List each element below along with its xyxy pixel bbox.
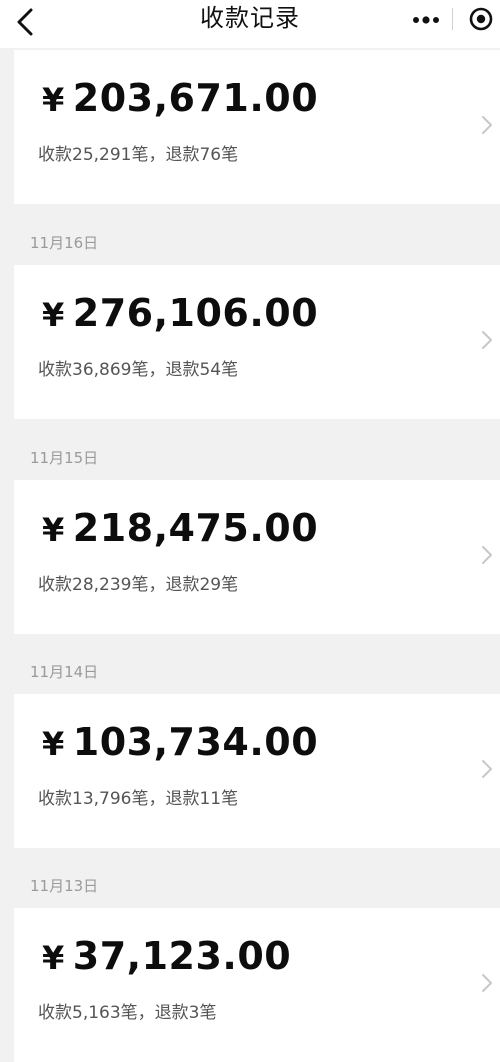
record-summary: 收款13,796笔，退款11笔 — [38, 789, 239, 809]
record-card[interactable]: ¥276,106.00 收款36,869笔，退款54笔 — [14, 265, 500, 419]
chevron-right-icon — [482, 760, 492, 778]
record-summary: 收款28,239笔，退款29笔 — [38, 575, 239, 595]
chevron-right-icon — [482, 546, 492, 564]
more-dots-icon — [413, 16, 439, 24]
date-label: 11月13日 — [30, 877, 99, 895]
currency-symbol: ¥ — [42, 296, 65, 334]
record-amount: ¥203,671.00 — [42, 76, 318, 120]
record-summary: 收款5,163笔，退款3笔 — [38, 1003, 217, 1023]
date-label: 11月15日 — [30, 449, 99, 467]
record-amount: ¥103,734.00 — [42, 720, 318, 764]
chevron-right-icon — [482, 116, 492, 134]
navigation-bar: 收款记录 — [0, 0, 500, 48]
record-card[interactable]: ¥103,734.00 收款13,796笔，退款11笔 — [14, 694, 500, 848]
date-label: 11月14日 — [30, 663, 99, 681]
amount-value: 37,123.00 — [72, 934, 292, 978]
amount-value: 203,671.00 — [72, 76, 319, 120]
currency-symbol: ¥ — [42, 81, 65, 119]
close-mini-program-button[interactable] — [466, 4, 496, 34]
amount-value: 103,734.00 — [72, 720, 319, 764]
chevron-right-icon — [482, 331, 492, 349]
chevron-right-icon — [482, 974, 492, 992]
amount-value: 218,475.00 — [72, 506, 319, 550]
more-options-button[interactable] — [408, 6, 444, 34]
amount-value: 276,106.00 — [72, 291, 319, 335]
record-summary: 收款25,291笔，退款76笔 — [38, 145, 239, 165]
record-card[interactable]: ¥203,671.00 收款25,291笔，退款76笔 — [14, 50, 500, 204]
record-amount: ¥276,106.00 — [42, 291, 318, 335]
mini-program-close-icon — [469, 7, 493, 31]
record-card[interactable]: ¥37,123.00 收款5,163笔，退款3笔 — [14, 908, 500, 1062]
capsule-divider — [452, 8, 453, 30]
record-card[interactable]: ¥218,475.00 收款28,239笔，退款29笔 — [14, 480, 500, 634]
currency-symbol: ¥ — [42, 511, 65, 549]
currency-symbol: ¥ — [42, 725, 65, 763]
record-summary: 收款36,869笔，退款54笔 — [38, 360, 239, 380]
record-amount: ¥218,475.00 — [42, 506, 318, 550]
record-amount: ¥37,123.00 — [42, 934, 291, 978]
currency-symbol: ¥ — [42, 939, 65, 977]
date-label: 11月16日 — [30, 234, 99, 252]
